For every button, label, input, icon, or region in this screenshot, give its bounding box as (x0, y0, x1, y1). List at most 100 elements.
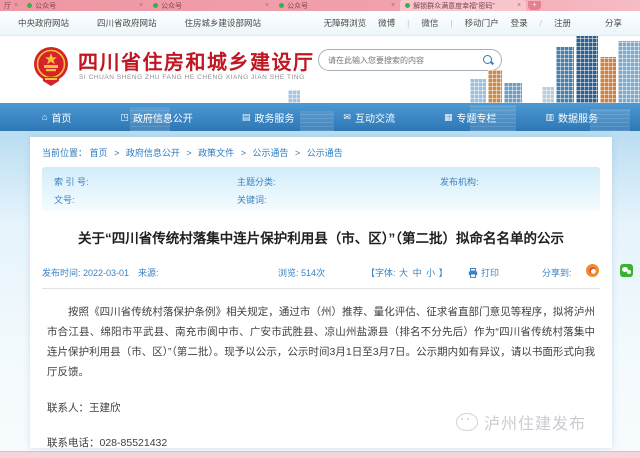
publish-time: 发布时间: 2022-03-01 (42, 268, 130, 278)
field-index-no: 索 引 号: (54, 177, 89, 187)
building-graphic (288, 90, 300, 103)
print-button[interactable]: 打印 (468, 266, 499, 279)
building-graphic (556, 47, 574, 103)
nav-label: 政府信息公开 (132, 113, 193, 125)
chat-icon: ✉ (343, 111, 351, 122)
mobile-portal-link[interactable]: 移动门户 (465, 17, 499, 29)
field-doc-no: 文号: (54, 195, 75, 205)
bottom-taskbar-strip (0, 451, 640, 458)
site-header: 四川省住房和城乡建设厅 SI CHUAN SHENG ZHU FANG HE C… (0, 36, 640, 103)
wechat-watermark-icon (455, 413, 478, 431)
building-graphic (576, 36, 598, 103)
content-card: 当前位置： 首页 > 政府信息公开 > 政策文件 > 公示通告 > 公示通告 索… (30, 137, 633, 449)
font-medium-button[interactable]: 中 (413, 268, 422, 278)
tab-label: 厅 (4, 2, 11, 10)
page-background: 当前位置： 首页 > 政府信息公开 > 政策文件 > 公示通告 > 公示通告 索… (0, 131, 640, 452)
nav-item-info-disclosure[interactable]: ◳ 政府信息公开 (120, 110, 193, 125)
source-label: 来源: (138, 268, 159, 278)
agency-pinyin: SI CHUAN SHENG ZHU FANG HE CHENG XIANG J… (79, 74, 305, 81)
breadcrumb-separator: > (295, 148, 301, 158)
tab-close-icon[interactable]: × (517, 2, 521, 9)
document-icon: ◳ (120, 111, 129, 122)
browser-tab-partial[interactable]: 厅 × (0, 0, 22, 11)
article-meta-row: 发布时间: 2022-03-01 来源: 浏览: 514次 【字体: 大 中 小… (30, 264, 633, 279)
body-paragraph: 按照《四川省传统村落保护条例》相关规定，通过市（州）推荐、量化评估、征求省直部门… (47, 306, 595, 379)
font-size-control: 【字体: 大 中 小 】 (366, 266, 448, 279)
site-search (318, 49, 502, 71)
wechat-share-icon[interactable] (619, 264, 633, 277)
watermark-label: 泸州住建发布 (483, 416, 586, 433)
tab-label: 解锁群众满意度幸福“密码” (413, 2, 495, 10)
weibo-share-icon[interactable] (586, 264, 599, 277)
breadcrumb-home[interactable]: 首页 (90, 148, 108, 158)
tab-close-icon[interactable]: × (139, 2, 143, 9)
tab-close-icon[interactable]: × (391, 2, 395, 9)
separator: | (407, 18, 410, 28)
weibo-link[interactable]: 微博 (378, 17, 395, 29)
nav-item-home[interactable]: ⌂ 首页 (42, 110, 71, 125)
tab-label: 公众号 (287, 2, 309, 10)
nav-item-interaction[interactable]: ✉ 互动交流 (343, 110, 395, 125)
accessibility-link[interactable]: 无障碍浏览 (324, 17, 367, 29)
breadcrumb-info-disclosure[interactable]: 政府信息公开 (126, 148, 180, 158)
link-mohurd[interactable]: 住房城乡建设部网站 (185, 17, 262, 29)
nav-item-services[interactable]: ▤ 政务服务 (242, 110, 295, 125)
browser-tab-active[interactable]: 解锁群众满意度幸福“密码” × (400, 0, 527, 11)
building-graphic (542, 87, 554, 103)
nav-item-special-topics[interactable]: ▦ 专题专栏 (444, 110, 497, 125)
search-input[interactable] (326, 54, 482, 66)
view-count: 浏览: 514次 (278, 268, 326, 278)
browser-tab-strip: 厅 × 公众号 × 公众号 × 公众号 × 解锁群众满意度幸福“密码” × + (0, 0, 640, 11)
search-icon[interactable] (482, 54, 494, 66)
breadcrumb: 当前位置： 首页 > 政府信息公开 > 政策文件 > 公示通告 > 公示通告 (30, 137, 612, 166)
service-icon: ▤ (241, 111, 251, 122)
wechat-account-icon (153, 3, 159, 8)
share-to-label: 分享到: (542, 268, 572, 278)
login-link[interactable]: 登录 (511, 17, 528, 29)
national-emblem-logo (34, 47, 68, 86)
font-large-button[interactable]: 大 (399, 268, 408, 278)
wechat-account-icon (27, 3, 33, 8)
utility-actions: 无障碍浏览 微博 | 微信 | 移动门户 登录 / 注册 分享 (324, 17, 622, 29)
font-suffix: 】 (438, 268, 448, 278)
watermark: 泸州住建发布 (455, 410, 586, 434)
contact-phone: 联系电话：028-85521432 (47, 436, 168, 449)
share-link[interactable]: 分享 (605, 17, 622, 29)
tab-label: 公众号 (161, 2, 183, 10)
new-tab-button[interactable]: + (528, 1, 542, 10)
wechat-account-icon (279, 3, 285, 8)
tab-close-icon[interactable]: × (14, 2, 18, 9)
register-link[interactable]: 注册 (554, 17, 571, 29)
field-keywords: 关键词: (237, 195, 267, 205)
main-nav: ⌂ 首页 ◳ 政府信息公开 ▤ 政务服务 ✉ 互动交流 ▦ 专题专栏 ▥ 数据服… (0, 103, 640, 131)
wechat-link[interactable]: 微信 (421, 17, 438, 29)
building-graphic (470, 79, 486, 103)
nav-building-decor (300, 111, 334, 131)
breadcrumb-notices-2[interactable]: 公示通告 (307, 148, 343, 158)
building-graphic (488, 70, 502, 103)
breadcrumb-notices[interactable]: 公示通告 (252, 148, 288, 158)
link-central-gov[interactable]: 中央政府网站 (18, 17, 69, 29)
separator: | (450, 18, 453, 28)
tab-label: 公众号 (35, 2, 57, 10)
building-graphic (600, 57, 616, 103)
gov-site-links: 中央政府网站 四川省政府网站 住房城乡建设部网站 (18, 17, 261, 29)
breadcrumb-policy-docs[interactable]: 政策文件 (198, 148, 234, 158)
browser-window: 厅 × 公众号 × 公众号 × 公众号 × 解锁群众满意度幸福“密码” × + … (0, 0, 640, 458)
wechat-account-icon (405, 3, 411, 8)
font-small-button[interactable]: 小 (426, 268, 435, 278)
doc-metadata-panel: 索 引 号: 主题分类: 发布机构: 文号: 关键词: (42, 167, 600, 211)
breadcrumb-label: 当前位置： (42, 148, 88, 158)
nav-item-data-services[interactable]: ▥ 数据服务 (545, 110, 598, 125)
browser-tab[interactable]: 公众号 × (22, 0, 148, 11)
browser-tab[interactable]: 公众号 × (274, 0, 400, 11)
browser-tab[interactable]: 公众号 × (148, 0, 274, 11)
printer-icon (468, 267, 478, 278)
link-sichuan-gov[interactable]: 四川省政府网站 (97, 17, 157, 29)
building-graphic (618, 41, 640, 103)
home-icon: ⌂ (42, 112, 48, 122)
breadcrumb-separator: > (240, 148, 246, 158)
tab-close-icon[interactable]: × (265, 2, 269, 9)
nav-label: 专题专栏 (456, 113, 497, 125)
breadcrumb-separator: > (114, 148, 120, 158)
